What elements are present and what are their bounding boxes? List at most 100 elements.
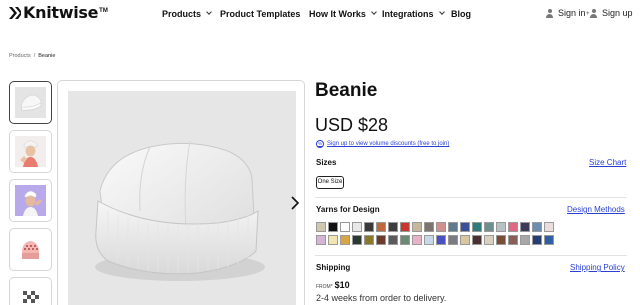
product-title: Beanie [315,80,378,101]
yarn-swatch[interactable] [364,235,374,245]
nav-products-label: Products [162,9,202,19]
yarn-swatch[interactable] [544,235,554,245]
section-divider [315,255,627,256]
yarn-swatch[interactable] [472,222,482,232]
sign-up-link[interactable]: + Sign up [586,8,633,18]
breadcrumb: Products / Beanie [9,53,55,59]
nav-product-templates-label: Product Templates [220,9,301,19]
chevron-down-icon [438,9,445,15]
site-header: Knitwise TM Products Product Templates H… [0,0,640,30]
yarn-swatch[interactable] [520,222,530,232]
yarn-swatch[interactable] [496,222,506,232]
yarn-swatch[interactable] [316,235,326,245]
yarn-swatch[interactable] [508,222,518,232]
yarn-swatch[interactable] [412,222,422,232]
yarn-swatch[interactable] [424,222,434,232]
nav-how-it-works-label: How It Works [309,9,366,19]
sign-up-label: Sign up [602,8,633,18]
yarn-swatch[interactable] [460,235,470,245]
thumbnail-2[interactable] [9,130,52,173]
yarn-color-swatches [316,222,556,245]
yarn-swatch[interactable] [532,235,542,245]
yarn-swatch[interactable] [520,235,530,245]
yarn-swatch[interactable] [544,222,554,232]
main-product-image [57,80,305,305]
yarn-swatch[interactable] [328,222,338,232]
design-methods-link[interactable]: Design Methods [567,205,625,214]
yarn-swatch[interactable] [376,235,386,245]
yarn-swatch[interactable] [388,222,398,232]
yarn-swatch[interactable] [352,222,362,232]
yarns-label: Yarns for Design [316,205,380,214]
size-chart-link[interactable]: Size Chart [589,158,626,167]
yarn-swatch[interactable] [400,235,410,245]
yarn-swatch[interactable] [364,222,374,232]
breadcrumb-current: Beanie [38,53,56,59]
yarn-swatch[interactable] [436,222,446,232]
hat-flat-icon [15,87,46,118]
brand-name: Knitwise [23,3,99,22]
shipping-from-price: $10 [334,280,350,290]
breadcrumb-separator: / [33,53,36,59]
yarn-swatch[interactable] [340,235,350,245]
person-wearing-hat-icon [15,136,46,167]
product-price: USD $28 [315,115,389,135]
shipping-label: Shipping [316,263,351,272]
yarn-swatch[interactable] [532,222,542,232]
yarn-swatch[interactable] [376,222,386,232]
shipping-from: FROM* $10 [316,280,350,290]
trademark-mark: TM [99,8,108,14]
size-option-button[interactable]: One Size [316,176,344,189]
nav-product-templates[interactable]: Product Templates [220,9,300,19]
yarn-swatch[interactable] [508,235,518,245]
sign-in-label: Sign in [558,8,586,18]
nav-integrations[interactable]: Integrations [382,9,445,19]
pink-hat-icon [15,234,46,265]
breadcrumb-products[interactable]: Products [9,53,31,59]
sizes-label: Sizes [316,158,337,167]
yarn-swatch[interactable] [388,235,398,245]
shipping-from-label: FROM* [316,284,333,290]
beanie-photo [68,91,296,305]
checkered-hat-icon [15,283,46,305]
volume-discount-link[interactable]: % Sign up to view volume discounts (free… [316,140,449,148]
yarn-swatch[interactable] [448,235,458,245]
yarn-swatch[interactable] [352,235,362,245]
yarn-swatch[interactable] [436,235,446,245]
thumbnail-1[interactable] [9,81,52,124]
thumbnail-3[interactable] [9,179,52,222]
shipping-policy-link[interactable]: Shipping Policy [570,263,625,272]
nav-blog[interactable]: Blog [451,9,471,19]
yarn-swatch[interactable] [316,222,326,232]
thumbnail-5[interactable] [9,277,52,305]
next-image-button[interactable] [290,196,300,210]
chevron-down-icon [371,9,377,15]
nav-integrations-label: Integrations [382,9,434,19]
yarn-swatch[interactable] [340,222,350,232]
yarn-swatch[interactable] [484,222,494,232]
knitwise-logo-icon [8,6,22,20]
section-divider [315,197,627,198]
thumbnail-4[interactable] [9,228,52,271]
yarn-swatch[interactable] [460,222,470,232]
yarn-swatch[interactable] [412,235,422,245]
delivery-time-text: 2-4 weeks from order to delivery. [316,293,447,303]
yarn-swatch[interactable] [328,235,338,245]
nav-how-it-works[interactable]: How It Works [309,9,377,19]
nav-blog-label: Blog [451,9,471,19]
yarn-swatch[interactable] [400,222,410,232]
yarn-swatch[interactable] [448,222,458,232]
user-icon [545,8,554,18]
person-wearing-hat-icon [15,185,46,216]
chevron-down-icon [206,9,212,15]
chevron-right-icon [291,196,300,210]
yarn-swatch[interactable] [424,235,434,245]
yarn-swatch[interactable] [496,235,506,245]
sign-in-link[interactable]: Sign in [545,8,586,18]
yarn-swatch[interactable] [484,235,494,245]
percent-icon: % [316,140,324,148]
volume-discount-label: Sign up to view volume discounts (free t… [327,141,450,147]
nav-products[interactable]: Products [162,9,212,19]
brand-logo[interactable]: Knitwise TM [8,5,108,21]
yarn-swatch[interactable] [472,235,482,245]
